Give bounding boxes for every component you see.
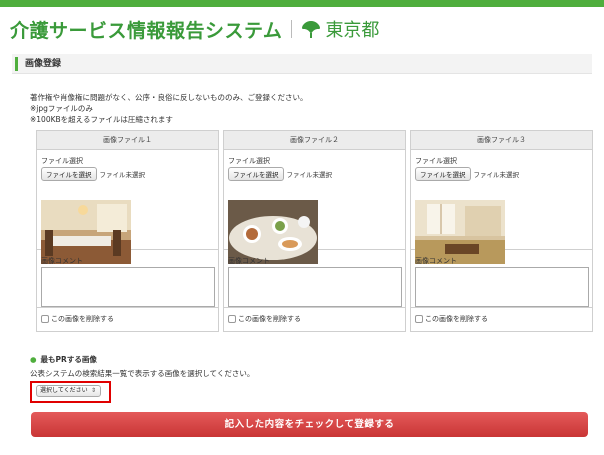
comment-cell: 画像コメント [224, 250, 405, 308]
file-status: ファイル未選択 [99, 171, 146, 179]
file-status: ファイル未選択 [473, 171, 520, 179]
comment-label: 画像コメント [228, 257, 270, 265]
image-upload-1: 画像ファイル１ ファイル選択 ファイルを選択 ファイル未選択 画像コメント この… [36, 130, 219, 332]
pr-heading: ● 最もPRする画像 [30, 354, 97, 365]
file-status: ファイル未選択 [286, 171, 333, 179]
section-title: 画像登録 [25, 59, 62, 69]
choose-file-button[interactable]: ファイルを選択 [228, 167, 284, 181]
comment-textarea[interactable] [228, 267, 402, 307]
comment-cell: 画像コメント [411, 250, 592, 308]
delete-checkbox[interactable] [228, 315, 236, 323]
file-select-label: ファイル選択 [228, 157, 270, 165]
pr-description: 公表システムの検索結果一覧で表示する画像を選択してください。 [30, 369, 255, 378]
upload-header: 画像ファイル１ [37, 131, 218, 150]
upload-cell: ファイル選択 ファイルを選択 ファイル未選択 [224, 150, 405, 264]
pr-heading-text: 最もPRする画像 [40, 355, 97, 364]
select-arrows-icon: ⇕ [90, 387, 96, 394]
file-row: ファイルを選択 ファイル未選択 [228, 167, 332, 181]
delete-label[interactable]: この画像を削除する [238, 314, 301, 324]
note-line: 著作権や肖像権に問題がなく、公序・良俗に反しないもののみ、ご登録ください。 [30, 93, 308, 102]
delete-cell: この画像を削除する [411, 308, 592, 331]
file-row: ファイルを選択 ファイル未選択 [41, 167, 145, 181]
submit-button[interactable]: 記入した内容をチェックして登録する [31, 412, 588, 437]
comment-label: 画像コメント [41, 257, 83, 265]
delete-label[interactable]: この画像を削除する [425, 314, 488, 324]
upload-cell: ファイル選択 ファイルを選択 ファイル未選択 [37, 150, 218, 264]
tokyo-ginkgo-icon [302, 21, 321, 38]
comment-textarea[interactable] [415, 267, 589, 307]
file-select-label: ファイル選択 [41, 157, 83, 165]
comment-textarea[interactable] [41, 267, 215, 307]
delete-cell: この画像を削除する [37, 308, 218, 331]
delete-cell: この画像を削除する [224, 308, 405, 331]
file-row: ファイルを選択 ファイル未選択 [415, 167, 519, 181]
image-upload-2: 画像ファイル２ ファイル選択 ファイルを選択 ファイル未選択 画像コメント この… [223, 130, 406, 332]
delete-checkbox[interactable] [415, 315, 423, 323]
section-header: 画像登録 [12, 54, 592, 74]
site-title[interactable]: 介護サービス情報報告システム [10, 16, 282, 43]
upload-cell: ファイル選択 ファイルを選択 ファイル未選択 [411, 150, 592, 264]
delete-checkbox[interactable] [41, 315, 49, 323]
select-value: 選択してください [40, 387, 88, 394]
file-select-label: ファイル選択 [415, 157, 457, 165]
pr-image-select[interactable]: 選択してください ⇕ [36, 385, 101, 397]
upload-header: 画像ファイル３ [411, 131, 592, 150]
image-upload-3: 画像ファイル３ ファイル選択 ファイルを選択 ファイル未選択 画像コメント この… [410, 130, 593, 332]
note-line: ※100KBを超えるファイルは圧縮されます [30, 115, 173, 124]
comment-label: 画像コメント [415, 257, 457, 265]
choose-file-button[interactable]: ファイルを選択 [41, 167, 97, 181]
comment-cell: 画像コメント [37, 250, 218, 308]
upload-notes: 著作権や肖像権に問題がなく、公序・良俗に反しないもののみ、ご登録ください。 ※j… [30, 92, 308, 125]
upload-header: 画像ファイル２ [224, 131, 405, 150]
section-bar [15, 57, 18, 71]
gov-name[interactable]: 東京都 [325, 16, 379, 42]
bullet-icon: ● [30, 355, 37, 364]
header-divider [291, 20, 293, 38]
site-header: 介護サービス情報報告システム 東京都 [10, 16, 379, 42]
top-accent-bar [0, 0, 604, 7]
choose-file-button[interactable]: ファイルを選択 [415, 167, 471, 181]
delete-label[interactable]: この画像を削除する [51, 314, 114, 324]
note-line: ※jpgファイルのみ [30, 104, 93, 113]
